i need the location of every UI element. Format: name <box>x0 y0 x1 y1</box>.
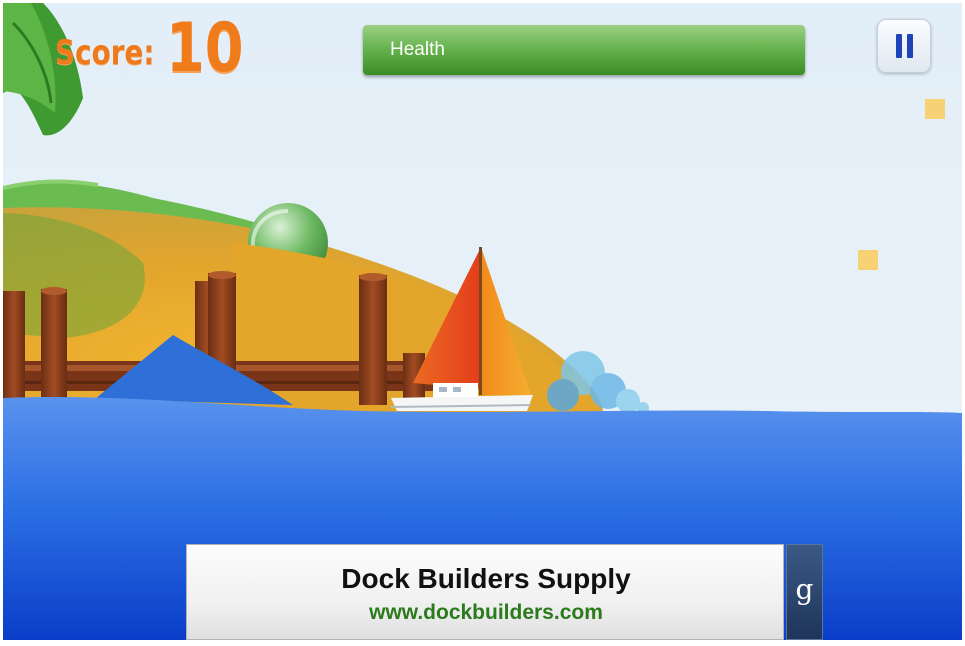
score-value: 10 <box>166 9 244 88</box>
ad-network-logo: g <box>795 573 814 606</box>
ad-banner[interactable]: Dock Builders Supply www.dockbuilders.co… <box>186 544 823 640</box>
ad-banner-body[interactable]: Dock Builders Supply www.dockbuilders.co… <box>186 544 784 640</box>
floating-pickup <box>858 250 878 270</box>
ad-url[interactable]: www.dockbuilders.com <box>187 601 785 625</box>
health-label: Health <box>390 39 445 60</box>
game-screen[interactable]: Score: 10 Health Dock Builders Supply ww… <box>3 3 962 640</box>
ad-network-badge[interactable]: g <box>786 544 823 640</box>
score-label: Score: <box>55 33 155 73</box>
health-bar: Health <box>363 25 805 75</box>
ad-title: Dock Builders Supply <box>341 563 631 594</box>
pause-button[interactable] <box>877 19 931 73</box>
floating-pickup <box>925 99 945 119</box>
